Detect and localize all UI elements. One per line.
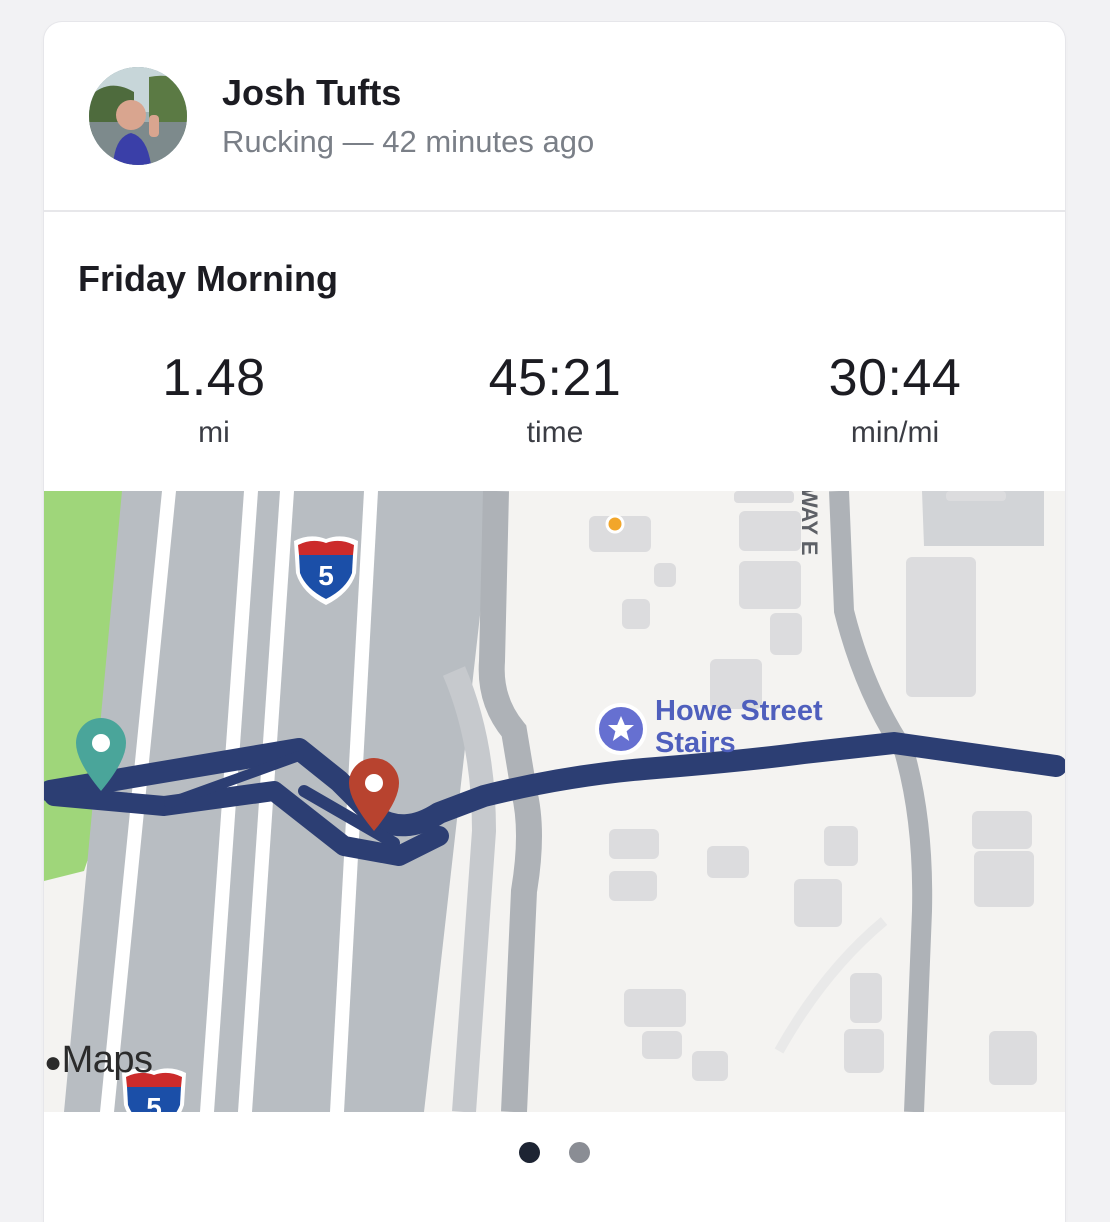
activity-card: Josh Tufts Rucking — 42 minutes ago Frid…	[44, 22, 1065, 1222]
stat-time-unit: time	[526, 416, 584, 449]
stat-distance-value: 1.48	[162, 349, 266, 407]
activity-header: Josh Tufts Rucking — 42 minutes ago	[44, 22, 1065, 212]
poi-label-line2: Stairs	[655, 727, 736, 759]
stat-time: 45:21 time	[405, 348, 705, 450]
star-icon[interactable]	[595, 703, 647, 755]
stat-time-value: 45:21	[488, 349, 622, 407]
page-indicator[interactable]	[44, 1142, 1065, 1168]
stat-distance-unit: mi	[198, 416, 230, 449]
page-dot[interactable]	[568, 1142, 590, 1163]
maps-attribution-text: Maps	[61, 1039, 153, 1081]
street-label: WAY E	[797, 491, 822, 556]
user-name[interactable]: Josh Tufts	[222, 72, 401, 114]
page-dot-active[interactable]	[519, 1142, 541, 1163]
svg-text:5: 5	[146, 1092, 162, 1112]
svg-text:5: 5	[318, 560, 334, 591]
activity-subtitle: Rucking — 42 minutes ago	[222, 124, 595, 159]
avatar[interactable]	[89, 67, 187, 165]
apple-logo-icon: ●	[44, 1046, 62, 1079]
poi-label-line1: Howe Street	[655, 695, 823, 727]
maps-attribution[interactable]: ●Maps	[44, 1039, 153, 1082]
stat-distance: 1.48 mi	[64, 348, 364, 450]
stat-pace: 30:44 min/mi	[745, 348, 1045, 450]
stat-pace-value: 30:44	[828, 349, 962, 407]
route-map[interactable]: 5 5 WAY E Howe Street Stairs ●Maps	[44, 491, 1065, 1112]
activity-title[interactable]: Friday Morning	[78, 258, 338, 300]
poi-dot-icon[interactable]	[605, 514, 625, 534]
map-canvas: 5 5	[44, 491, 1065, 1112]
stat-pace-unit: min/mi	[850, 416, 940, 449]
poi-label[interactable]: Howe Street Stairs	[655, 695, 823, 759]
